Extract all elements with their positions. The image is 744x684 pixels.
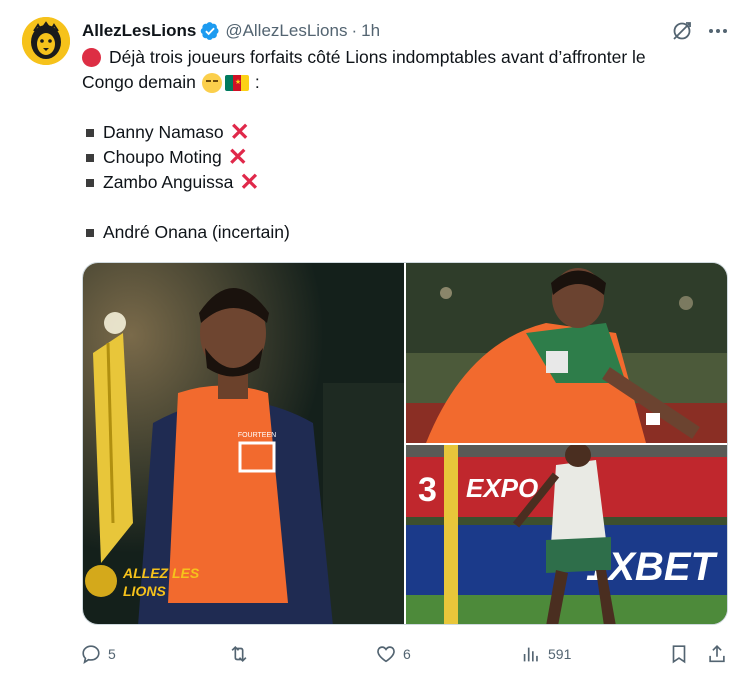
- intro-text: Déjà trois joueurs forfaits côté Lions i…: [109, 47, 646, 67]
- grok-icon[interactable]: [670, 19, 694, 43]
- congo-text: Congo demain: [82, 72, 196, 92]
- views-icon: [523, 647, 538, 662]
- like-icon: [377, 646, 395, 663]
- tweet: AllezLesLions @AllezLesLions · 1h Déjà t…: [0, 0, 744, 684]
- bullet-icon: [86, 178, 94, 187]
- reply-button[interactable]: 5: [80, 641, 116, 667]
- player-line: Choupo Moting ✕: [82, 145, 722, 170]
- bib-brand-text: FOURTEEN: [238, 432, 276, 439]
- cross-mark-icon: ✕: [229, 118, 250, 146]
- display-name[interactable]: AllezLesLions: [82, 21, 196, 41]
- photo-choupo[interactable]: FOURTEEN ALLEZ LES LIONS: [83, 263, 404, 624]
- board-text-2: EXPO: [466, 473, 538, 503]
- verified-badge-icon: [201, 22, 219, 40]
- bullet-icon: [86, 128, 94, 137]
- photo-namaso[interactable]: [406, 263, 727, 443]
- like-count: 6: [403, 646, 411, 662]
- retweet-button[interactable]: [228, 641, 256, 667]
- text-line-1: Déjà trois joueurs forfaits côté Lions i…: [82, 45, 722, 70]
- tweet-header: AllezLesLions @AllezLesLions · 1h: [82, 19, 380, 43]
- player-line-uncertain: André Onana (incertain): [82, 220, 722, 245]
- player-name: Zambo Anguissa: [103, 172, 234, 192]
- tweet-text: Déjà trois joueurs forfaits côté Lions i…: [82, 45, 722, 245]
- action-bar: 5 6 591: [80, 641, 728, 667]
- bullet-icon: [86, 228, 94, 237]
- handle[interactable]: @AllezLesLions: [225, 21, 347, 41]
- player-name: Danny Namaso: [103, 122, 224, 142]
- board-text-1: 3: [418, 471, 437, 509]
- bookmark-button[interactable]: [668, 641, 690, 667]
- cameroon-flag-icon: ★: [224, 74, 249, 91]
- separator-dot: ·: [351, 21, 358, 40]
- relieved-face-emoji-icon: [201, 72, 222, 93]
- reply-count: 5: [108, 646, 116, 662]
- watermark-line1: ALLEZ LES: [122, 565, 200, 581]
- media-grid: FOURTEEN ALLEZ LES LIONS 3 EXPO 1XBET: [82, 262, 728, 625]
- cross-mark-icon: ✕: [239, 168, 260, 196]
- text-line-2: Congo demain ★ :: [82, 70, 722, 95]
- avatar[interactable]: [22, 17, 70, 65]
- player-line: Zambo Anguissa ✕: [82, 170, 722, 195]
- share-button[interactable]: [706, 641, 728, 667]
- colon-text: :: [254, 72, 260, 92]
- watermark-line2: LIONS: [123, 583, 166, 599]
- share-icon: [709, 645, 725, 663]
- like-button[interactable]: 6: [375, 641, 411, 667]
- cross-mark-icon: ✕: [227, 143, 248, 171]
- views-count: 591: [548, 646, 572, 662]
- player-uncertain: André Onana (incertain): [103, 222, 290, 242]
- more-icon[interactable]: [706, 19, 730, 43]
- retweet-icon: [231, 645, 247, 663]
- red-circle-emoji-icon: [82, 48, 101, 67]
- timestamp[interactable]: 1h: [361, 21, 380, 41]
- photo-anguissa[interactable]: 3 EXPO 1XBET: [406, 445, 727, 624]
- player-name: Choupo Moting: [103, 147, 222, 167]
- bookmark-icon: [672, 645, 686, 664]
- views-button[interactable]: 591: [520, 641, 571, 667]
- bullet-icon: [86, 153, 94, 162]
- player-line: Danny Namaso ✕: [82, 120, 722, 145]
- header-actions: [670, 19, 730, 43]
- reply-icon: [82, 645, 100, 664]
